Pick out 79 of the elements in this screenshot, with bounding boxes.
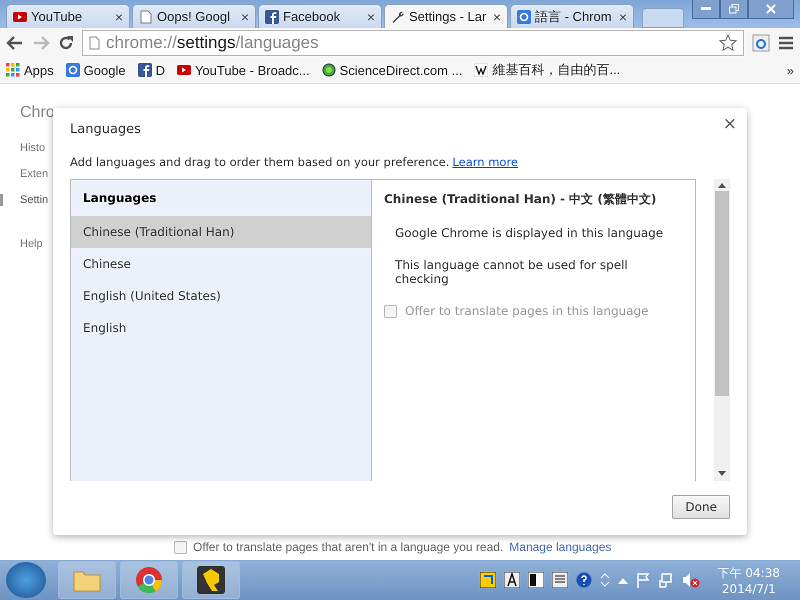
bookmark-link[interactable]: ScienceDirect.com ... <box>322 62 462 78</box>
star-icon[interactable] <box>719 34 737 52</box>
browser-tab[interactable]: Facebook × <box>258 4 382 28</box>
done-button[interactable]: Done <box>672 495 730 519</box>
video-play-icon <box>176 63 191 77</box>
menu-icon[interactable] <box>778 36 794 50</box>
close-tab-button[interactable]: × <box>492 8 501 24</box>
address-bar[interactable]: chrome://settings/languages <box>82 30 744 56</box>
dialog-title: Languages <box>70 122 142 137</box>
language-note: Google Chrome is displayed in this language <box>394 226 664 240</box>
close-tab-button[interactable]: × <box>240 8 249 24</box>
browser-tab[interactable]: 語言 - Chrom × <box>510 4 634 28</box>
start-button[interactable] <box>6 562 46 598</box>
language-heading: Chinese (Traditional Han) - 中文 (繁體中文) <box>384 191 658 208</box>
network-icon[interactable] <box>658 572 674 588</box>
page-icon <box>89 36 100 50</box>
help-icon[interactable] <box>576 572 592 588</box>
bookmark-link[interactable]: 維基百科，自由的百... <box>474 61 620 79</box>
bookmark-link[interactable]: Google <box>66 62 126 78</box>
language-item[interactable]: English <box>71 312 371 344</box>
language-note: This language cannot be used for spell checking <box>394 258 629 286</box>
restore-icon <box>729 4 739 14</box>
letter-a-icon[interactable] <box>504 572 520 588</box>
checkbox[interactable] <box>174 540 187 554</box>
colored-circle-icon[interactable] <box>135 566 163 594</box>
close-tab-button[interactable]: × <box>618 8 627 24</box>
extension-icon[interactable] <box>752 34 770 52</box>
manage-languages-link[interactable]: Manage languages <box>509 540 612 554</box>
restore-button[interactable] <box>720 0 748 19</box>
letter-f-icon <box>265 10 279 24</box>
close-tab-button[interactable]: × <box>366 8 375 24</box>
browser-tab[interactable]: YouTube × <box>6 4 130 28</box>
scrollbar-thumb[interactable] <box>715 191 729 396</box>
wrench-icon <box>391 10 405 24</box>
letter-w-icon <box>474 63 488 77</box>
language-item[interactable]: English (United States) <box>71 280 371 312</box>
scroll-down-icon[interactable] <box>718 471 726 477</box>
minimize-button[interactable] <box>692 0 720 19</box>
page-title: Chro <box>20 104 56 122</box>
show-hidden-icon[interactable] <box>618 576 628 584</box>
list-header: Languages <box>82 190 158 207</box>
letter-g-icon <box>66 63 80 77</box>
back-arrow-icon[interactable] <box>6 34 24 50</box>
bookmark-link[interactable]: Apps <box>6 62 54 78</box>
browser-tab[interactable]: Settings - Lar × <box>384 4 508 28</box>
app-icon[interactable] <box>197 566 225 594</box>
letter-f-icon <box>138 63 152 77</box>
learn-more-link[interactable]: Learn more <box>452 155 518 169</box>
input-method-icon[interactable] <box>480 572 496 588</box>
circle-icon <box>322 63 336 77</box>
taskbar-app[interactable] <box>120 561 178 599</box>
close-button[interactable] <box>748 0 794 19</box>
scroll-up-icon[interactable] <box>718 182 726 188</box>
more-bookmarks-button[interactable]: » <box>786 62 794 78</box>
translate-text: Offer to translate pages that aren't in a language you read. <box>193 540 504 554</box>
time-text: 下午 04:38 <box>718 564 780 582</box>
minimize-icon <box>701 7 711 11</box>
close-tab-button[interactable]: × <box>114 8 123 24</box>
intro-text: Add languages and drag to order them based on your preference. Learn more <box>70 155 520 169</box>
video-play-icon <box>13 10 27 24</box>
taskbar-app[interactable] <box>182 561 240 599</box>
date-text: 2014/7/1 <box>722 582 776 596</box>
translate-label: Offer to translate pages in this language <box>405 304 649 318</box>
grid-icon <box>6 63 20 77</box>
flag-icon[interactable] <box>636 572 650 588</box>
letter-g-icon <box>517 10 531 24</box>
muted-speaker-icon[interactable] <box>682 572 700 588</box>
reload-icon[interactable] <box>58 34 74 50</box>
browser-tab[interactable]: Oops! Googl × <box>132 4 256 28</box>
url-text: chrome://settings/languages <box>106 32 320 52</box>
bookmark-link[interactable]: D <box>138 62 165 78</box>
language-item[interactable]: Chinese (Traditional Han) <box>71 216 371 248</box>
close-button[interactable]: × <box>722 114 737 134</box>
bookmark-link[interactable]: YouTube - Broadc... <box>176 62 310 78</box>
page-icon <box>139 10 153 24</box>
close-icon <box>766 4 776 14</box>
keyboard-icon[interactable] <box>552 572 568 588</box>
language-item[interactable]: Chinese <box>71 248 371 280</box>
tray-arrows-icon[interactable] <box>600 572 610 588</box>
